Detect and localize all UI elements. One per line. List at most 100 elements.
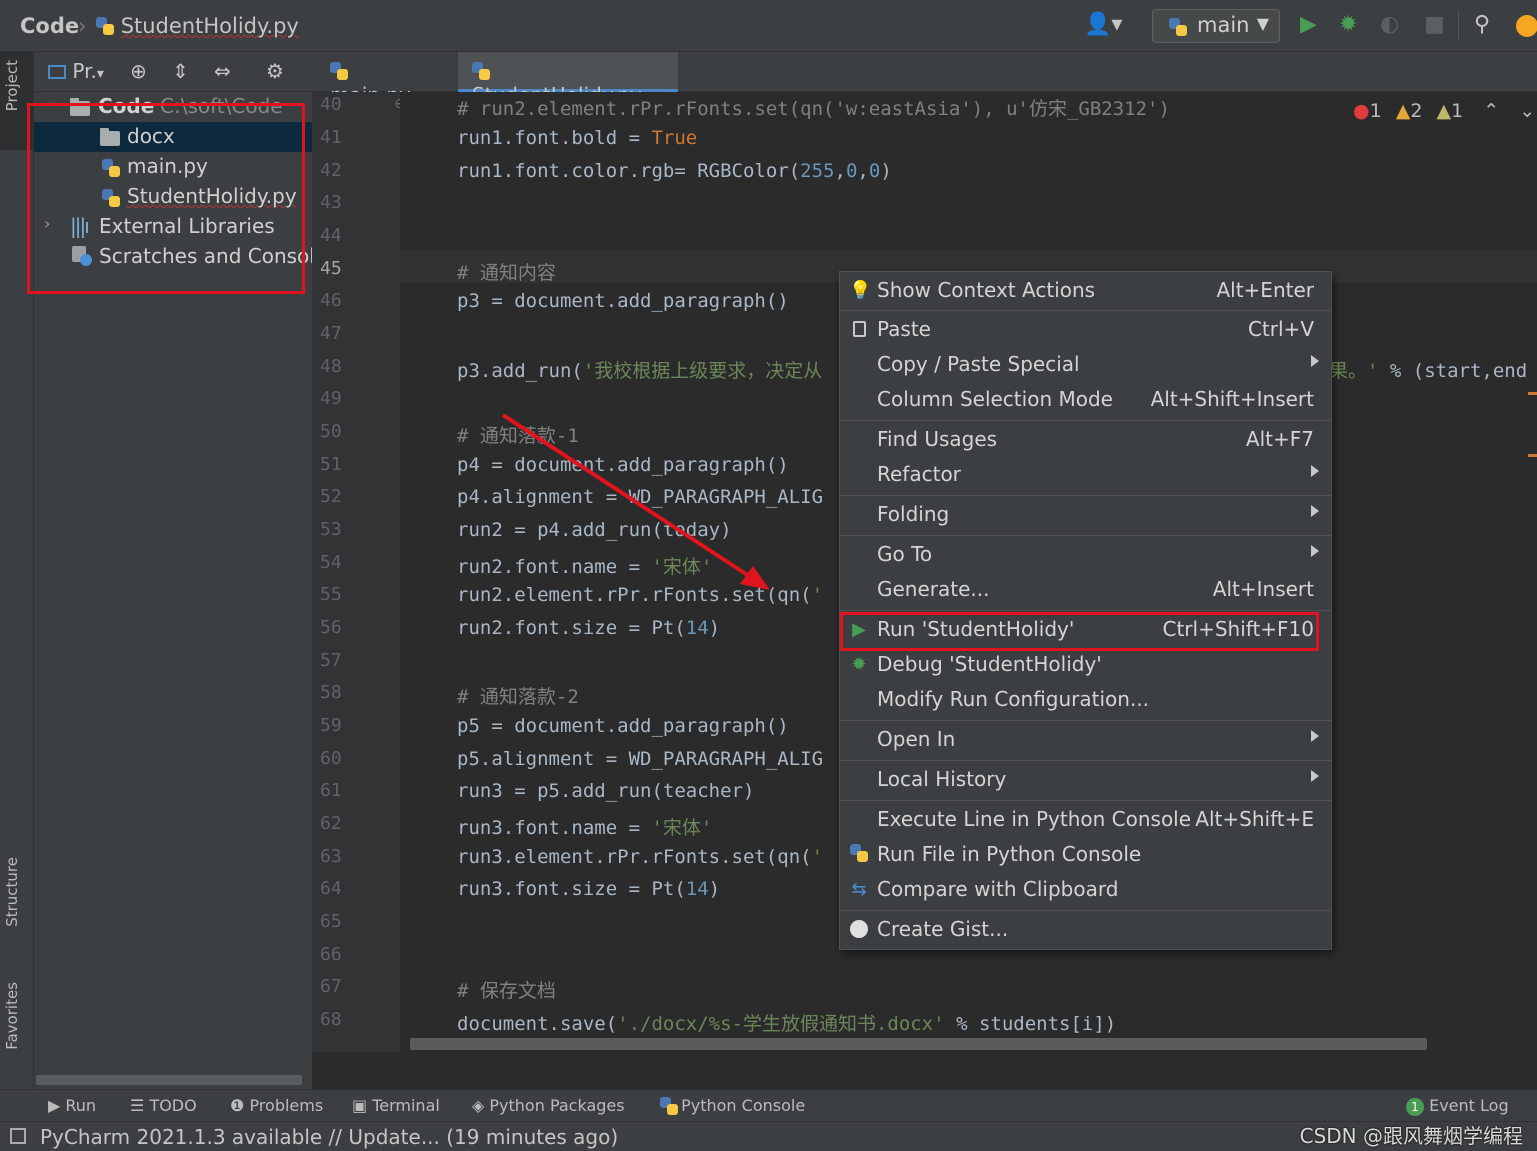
project-view-select[interactable]: Pr.▾: [48, 59, 104, 83]
menu-item-copy-paste-special[interactable]: Copy / Paste Special: [840, 348, 1331, 383]
status-message[interactable]: PyCharm 2021.1.3 available // Update... …: [40, 1125, 618, 1149]
project-horizontal-scrollbar[interactable]: [36, 1075, 302, 1085]
clipboard-icon: [849, 319, 869, 341]
menu-item-paste[interactable]: Paste Ctrl+V: [840, 313, 1331, 348]
python-file-icon: [96, 17, 114, 35]
menu-item-find-usages[interactable]: Find Usages Alt+F7: [840, 423, 1331, 458]
code-line-60: p5.alignment = WD_PARAGRAPH_ALIG: [457, 748, 824, 770]
menu-item-folding[interactable]: Folding: [840, 498, 1331, 533]
submenu-arrow-icon: [1311, 505, 1319, 517]
tool-todo[interactable]: ☰ TODO: [130, 1096, 197, 1115]
stop-icon[interactable]: ■: [1424, 12, 1445, 37]
gear-icon[interactable]: ⚙: [266, 59, 284, 83]
line-number: 46: [320, 290, 342, 311]
breadcrumb-separator-icon: ›: [78, 14, 87, 38]
debug-icon[interactable]: ✹: [1339, 12, 1357, 37]
line-number: 63: [320, 846, 342, 867]
keyword-true: True: [651, 127, 698, 149]
submenu-arrow-icon: [1311, 545, 1319, 557]
chevron-up-icon[interactable]: ⌃: [1483, 100, 1499, 122]
tool-problems[interactable]: ❶ Problems: [230, 1096, 323, 1115]
line-number: 59: [320, 715, 342, 736]
watermark: CSDN @跟风舞烟学编程: [1299, 1124, 1523, 1148]
tool-run[interactable]: ▶ Run: [48, 1096, 96, 1115]
menu-item-modify-run-configuration[interactable]: Modify Run Configuration...: [840, 683, 1331, 718]
tool-python-packages[interactable]: ◈ Python Packages: [472, 1096, 625, 1115]
code-line-54: run2.font.name = '宋体': [457, 556, 713, 578]
inspection-widget[interactable]: ●1 ▲2 ▲1 ⌃ ⌄: [1353, 100, 1535, 122]
breadcrumb-project[interactable]: Code: [20, 14, 79, 38]
problems-icon: ❶: [230, 1096, 250, 1115]
status-window-icon[interactable]: [10, 1128, 26, 1144]
code-line-62: run3.font.name = '宋体': [457, 817, 713, 839]
line-number: 51: [320, 454, 342, 475]
tab-studentholidy-py[interactable]: StudentHolidy.py✕: [458, 52, 678, 107]
collapse-all-icon[interactable]: ⇔: [214, 59, 231, 83]
error-stripe-mark[interactable]: [1528, 392, 1537, 395]
menu-separator: [840, 495, 1331, 496]
error-stripe-mark[interactable]: [1528, 454, 1537, 457]
menu-item-create-gist[interactable]: Create Gist...: [840, 913, 1331, 948]
code-line-52: p4.alignment = WD_PARAGRAPH_ALIG: [457, 486, 824, 508]
chevron-down-icon[interactable]: ⌄: [1519, 100, 1535, 122]
breadcrumb-file[interactable]: StudentHolidy.py: [96, 14, 299, 38]
error-count: 1: [1369, 100, 1382, 122]
navigation-bar: Code › StudentHolidy.py 👤▾ main ▼ ▶ ✹ ◐ …: [0, 0, 1537, 52]
line-number: 47: [320, 323, 342, 344]
coverage-icon[interactable]: ◐: [1380, 12, 1399, 37]
editor-horizontal-scrollbar[interactable]: [410, 1038, 1427, 1050]
menu-item-local-history[interactable]: Local History: [840, 763, 1331, 798]
warning-icon: ▲: [1395, 100, 1411, 122]
menu-item-show-context-actions[interactable]: 💡 Show Context Actions Alt+Enter: [840, 274, 1331, 309]
annotation-box-run-item: [840, 612, 1319, 651]
weak-warning-count: 1: [1451, 100, 1464, 122]
line-number: 44: [320, 225, 342, 246]
line-number: 49: [320, 388, 342, 409]
search-icon[interactable]: ⚲: [1474, 12, 1490, 37]
code-line-42: run1.font.color.rgb= RGBColor(255,0,0): [457, 160, 892, 182]
menu-item-compare-with-clipboard[interactable]: ⇆ Compare with Clipboard: [840, 873, 1331, 908]
code-line-45: # 通知内容: [457, 262, 556, 284]
update-icon[interactable]: [1516, 15, 1537, 37]
github-icon: [849, 919, 869, 941]
menu-item-column-selection-mode[interactable]: Column Selection Mode Alt+Shift+Insert: [840, 383, 1331, 418]
tool-terminal[interactable]: ▣ Terminal: [352, 1096, 440, 1115]
tool-event-log[interactable]: 1 Event Log: [1406, 1096, 1509, 1116]
expand-all-icon[interactable]: ⇕: [172, 59, 189, 83]
run-configuration-select[interactable]: main ▼: [1152, 9, 1280, 43]
line-number: 55: [320, 584, 342, 605]
menu-item-execute-line-in-python-console[interactable]: Execute Line in Python Console Alt+Shift…: [840, 803, 1331, 838]
menu-item-go-to[interactable]: Go To: [840, 538, 1331, 573]
python-file-icon: [472, 62, 490, 80]
code-line-46: p3 = document.add_paragraph(): [457, 290, 789, 312]
code-line-48-tail: 果。' % (start,end: [1329, 360, 1528, 382]
menu-item-debug-studentholidy[interactable]: ✹ Debug 'StudentHolidy': [840, 648, 1331, 683]
line-number: 42: [320, 160, 342, 181]
line-number-gutter: 40 41 42 43 44 45 46 47 48 49 50 51 52 5…: [312, 92, 406, 1052]
line-number: 57: [320, 650, 342, 671]
lightbulb-icon: 💡: [849, 280, 872, 301]
menu-separator: [840, 720, 1331, 721]
menu-item-run-file-in-python-console[interactable]: Run File in Python Console: [840, 838, 1331, 873]
favorites-tool-tab[interactable]: Favorites: [3, 982, 31, 1050]
menu-item-open-in[interactable]: Open In: [840, 723, 1331, 758]
code-line-63: run3.element.rPr.rFonts.set(qn(': [457, 846, 824, 868]
line-number: 56: [320, 617, 342, 638]
line-number: 50: [320, 421, 342, 442]
menu-separator: [840, 800, 1331, 801]
menu-item-generate[interactable]: Generate... Alt+Insert: [840, 573, 1331, 608]
run-icon[interactable]: ▶: [1300, 12, 1317, 37]
tool-python-console[interactable]: Python Console: [660, 1096, 805, 1115]
error-icon: ●: [1353, 100, 1370, 122]
tab-main-py[interactable]: main.py✕: [316, 52, 456, 107]
locate-icon[interactable]: ⊕: [130, 59, 147, 83]
vcs-user-icon[interactable]: 👤▾: [1084, 12, 1122, 37]
event-log-icon: 1: [1406, 1098, 1424, 1116]
line-number: 67: [320, 976, 342, 997]
menu-separator: [840, 310, 1331, 311]
warning-count: 2: [1410, 100, 1423, 122]
structure-tool-tab[interactable]: Structure: [3, 857, 31, 927]
menu-separator: [840, 760, 1331, 761]
menu-separator: [840, 610, 1331, 611]
menu-item-refactor[interactable]: Refactor: [840, 458, 1331, 493]
